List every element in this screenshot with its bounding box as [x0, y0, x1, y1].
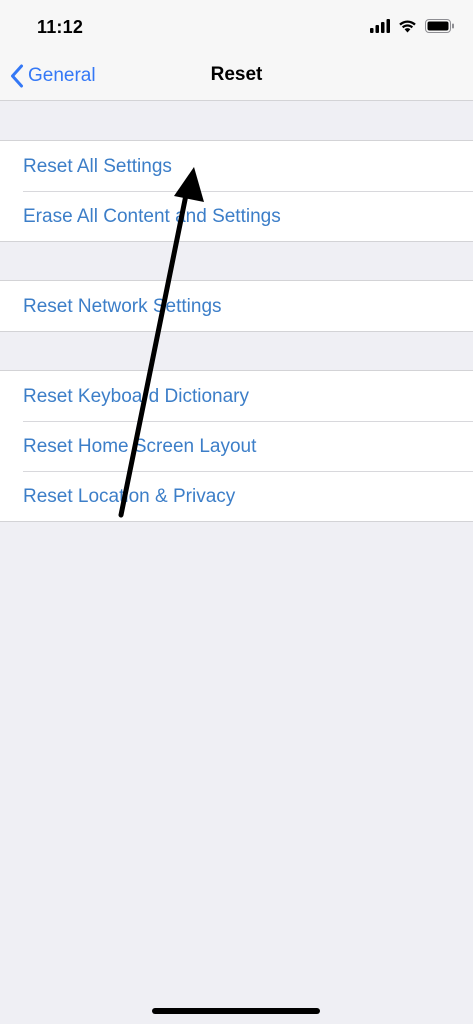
row-label: Reset Location & Privacy — [23, 486, 236, 507]
reset-location-privacy-row[interactable]: Reset Location & Privacy — [0, 471, 473, 521]
reset-network-settings-row[interactable]: Reset Network Settings — [0, 281, 473, 331]
row-label: Reset Keyboard Dictionary — [23, 386, 249, 407]
row-label: Reset Home Screen Layout — [23, 436, 257, 457]
reset-group-2: Reset Network Settings — [0, 280, 473, 332]
nav-bar: General Reset — [0, 50, 473, 101]
status-icons — [370, 18, 455, 34]
erase-all-content-row[interactable]: Erase All Content and Settings — [0, 191, 473, 241]
status-bar: 11:12 — [0, 0, 473, 50]
reset-home-screen-layout-row[interactable]: Reset Home Screen Layout — [0, 421, 473, 471]
row-label: Reset Network Settings — [23, 296, 222, 317]
signal-icon — [370, 19, 390, 33]
page-title: Reset — [210, 64, 263, 85]
reset-keyboard-dictionary-row[interactable]: Reset Keyboard Dictionary — [0, 371, 473, 421]
battery-icon — [425, 19, 454, 33]
reset-all-settings-row[interactable]: Reset All Settings — [0, 141, 473, 191]
reset-group-1: Reset All Settings Erase All Content and… — [0, 140, 473, 242]
wifi-icon — [399, 20, 416, 33]
reset-group-3: Reset Keyboard Dictionary Reset Home Scr… — [0, 370, 473, 522]
status-time: 11:12 — [37, 17, 84, 37]
home-indicator — [152, 1008, 320, 1014]
row-label: Erase All Content and Settings — [23, 206, 281, 227]
row-label: Reset All Settings — [23, 156, 172, 177]
